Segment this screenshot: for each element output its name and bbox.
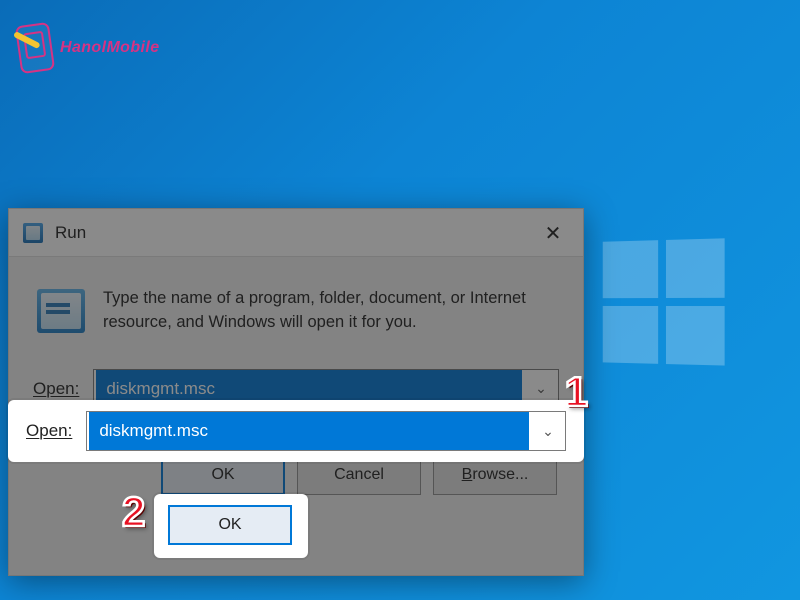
highlight-ok-button: OK <box>154 494 308 558</box>
run-program-icon <box>37 289 85 333</box>
window-title: Run <box>55 223 86 243</box>
highlight-open-row: Open: ⌄ <box>8 400 584 462</box>
ok-button-hl[interactable]: OK <box>168 505 292 545</box>
open-combobox-hl[interactable]: ⌄ <box>86 411 566 451</box>
titlebar[interactable]: Run ✕ <box>9 209 583 257</box>
windows-logo-watermark <box>603 238 731 372</box>
brand-text: HanolMobile <box>60 39 160 57</box>
run-description: Type the name of a program, folder, docu… <box>103 287 559 335</box>
brand-phone-icon <box>15 22 55 74</box>
close-icon[interactable]: ✕ <box>523 209 583 257</box>
chevron-down-icon-hl[interactable]: ⌄ <box>531 412 565 450</box>
open-input-hl[interactable] <box>89 412 529 450</box>
open-label-hl: Open: <box>26 421 72 441</box>
open-label: Open: <box>33 379 79 399</box>
callout-step-2: 2 <box>122 488 145 536</box>
callout-step-1: 1 <box>565 368 588 416</box>
run-title-icon <box>23 223 43 243</box>
brand-watermark: HanolMobile <box>18 24 160 72</box>
